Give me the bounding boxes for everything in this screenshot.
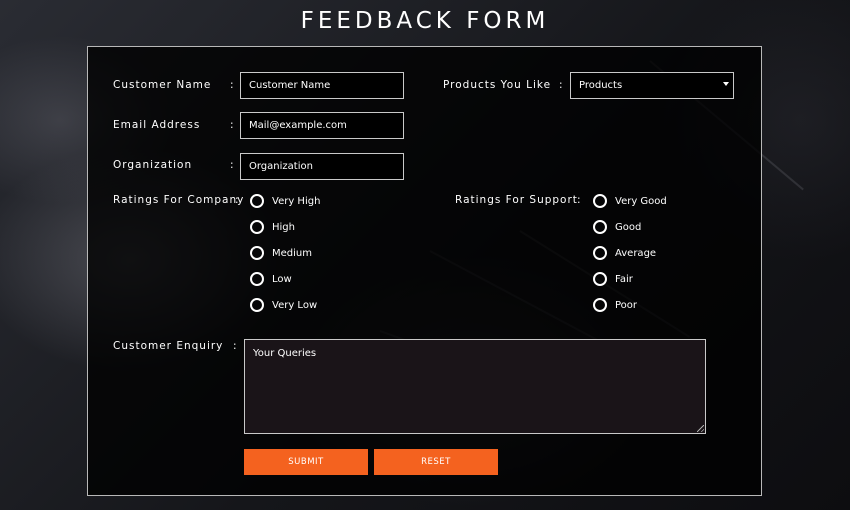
radio-circle-icon[interactable]: [593, 220, 607, 234]
company-rating-option[interactable]: Very High: [250, 193, 320, 209]
radio-circle-icon[interactable]: [250, 298, 264, 312]
customer-name-colon: :: [230, 79, 234, 91]
submit-button[interactable]: SUBMIT: [244, 449, 368, 475]
company-rating-colon: :: [235, 194, 239, 206]
support-rating-label: Ratings For Support: [455, 194, 578, 206]
support-rating-option-label: Average: [615, 247, 657, 259]
customer-name-label: Customer Name: [113, 79, 212, 91]
email-label: Email Address: [113, 119, 201, 131]
organization-colon: :: [230, 159, 234, 171]
radio-circle-icon[interactable]: [593, 194, 607, 208]
company-rating-option[interactable]: Low: [250, 271, 292, 287]
company-rating-option-label: Very Low: [272, 299, 318, 311]
company-rating-option[interactable]: Very Low: [250, 297, 317, 313]
resize-grip-icon[interactable]: [697, 425, 704, 432]
products-selected-value: Products: [579, 80, 623, 91]
support-rating-option[interactable]: Fair: [593, 271, 633, 287]
radio-circle-icon[interactable]: [250, 194, 264, 208]
company-rating-option-label: Medium: [272, 247, 312, 259]
support-rating-option-label: Very Good: [615, 195, 667, 207]
company-rating-option[interactable]: Medium: [250, 245, 312, 261]
enquiry-textarea[interactable]: Your Queries: [244, 339, 706, 434]
support-rating-option[interactable]: Poor: [593, 297, 637, 313]
radio-circle-icon[interactable]: [593, 272, 607, 286]
enquiry-colon: :: [233, 340, 237, 352]
products-label: Products You Like: [443, 79, 552, 91]
support-rating-option-label: Poor: [615, 299, 638, 311]
enquiry-label: Customer Enquiry: [113, 340, 224, 352]
radio-circle-icon[interactable]: [250, 272, 264, 286]
support-rating-option-label: Fair: [615, 273, 633, 285]
support-rating-colon: :: [577, 194, 581, 206]
enquiry-placeholder: Your Queries: [253, 348, 317, 359]
company-rating-label: Ratings For Company: [113, 194, 245, 206]
company-rating-option[interactable]: High: [250, 219, 295, 235]
products-select[interactable]: Products: [570, 72, 734, 99]
email-input[interactable]: Mail@example.com: [240, 112, 404, 139]
support-rating-option[interactable]: Good: [593, 219, 641, 235]
products-colon: :: [559, 79, 563, 91]
radio-circle-icon[interactable]: [250, 246, 264, 260]
email-colon: :: [230, 119, 234, 131]
chevron-down-icon: [723, 82, 729, 86]
support-rating-option-label: Good: [615, 221, 642, 233]
company-rating-option-label: Very High: [272, 195, 321, 207]
support-rating-option[interactable]: Very Good: [593, 193, 667, 209]
organization-input[interactable]: Organization: [240, 153, 404, 180]
company-rating-option-label: Low: [272, 273, 292, 285]
support-rating-option[interactable]: Average: [593, 245, 656, 261]
customer-name-input[interactable]: Customer Name: [240, 72, 404, 99]
radio-circle-icon[interactable]: [593, 246, 607, 260]
company-rating-option-label: High: [272, 221, 295, 233]
page-title: FEEDBACK FORM: [300, 8, 550, 34]
radio-circle-icon[interactable]: [593, 298, 607, 312]
reset-button[interactable]: RESET: [374, 449, 498, 475]
organization-label: Organization: [113, 159, 193, 171]
radio-circle-icon[interactable]: [250, 220, 264, 234]
